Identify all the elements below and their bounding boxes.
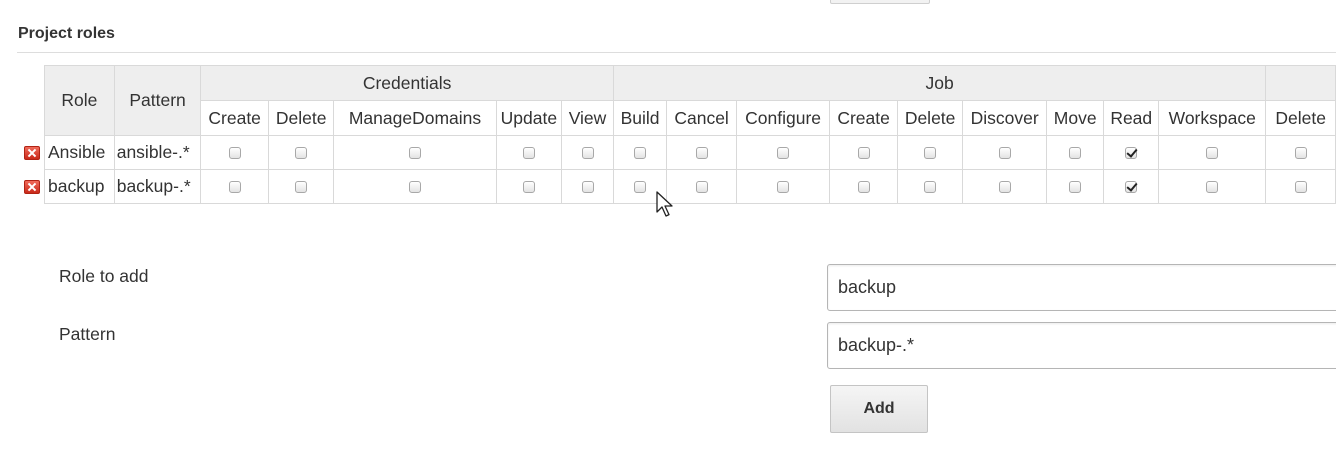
perm-header-job-move: Move xyxy=(1045,100,1105,136)
permission-checkbox-job-workspace[interactable] xyxy=(1206,181,1219,194)
mouse-pointer-icon xyxy=(656,191,673,217)
permission-cell xyxy=(1158,169,1267,204)
role-to-add-label: Role to add xyxy=(59,266,149,286)
permission-checkbox-credentials-delete[interactable] xyxy=(295,181,308,194)
permission-checkbox-credentials-managedomains[interactable] xyxy=(408,181,421,194)
permission-cell xyxy=(1045,169,1105,204)
permission-cell xyxy=(612,135,668,170)
permission-checkbox-job-delete[interactable] xyxy=(924,147,937,160)
role-name-cell: backup xyxy=(44,169,115,204)
perm-header-job-workspace: Workspace xyxy=(1158,100,1267,136)
permission-cell xyxy=(495,169,563,204)
permission-cell xyxy=(1045,135,1105,170)
permission-checkbox-next-delete[interactable] xyxy=(1294,147,1307,160)
top-button-edge[interactable] xyxy=(830,0,930,4)
perm-header-job-cancel: Cancel xyxy=(666,100,737,136)
permission-cell xyxy=(561,135,614,170)
permission-checkbox-credentials-managedomains[interactable] xyxy=(408,147,421,160)
permission-checkbox-job-create[interactable] xyxy=(857,181,870,194)
perm-header-credentials-delete: Delete xyxy=(267,100,335,136)
perm-header-credentials-update: Update xyxy=(495,100,563,136)
delete-icon[interactable] xyxy=(24,146,40,160)
add-button[interactable]: Add xyxy=(830,385,928,433)
permission-checkbox-job-move[interactable] xyxy=(1069,181,1082,194)
permission-cell xyxy=(200,169,269,204)
permission-checkbox-credentials-create[interactable] xyxy=(228,147,241,160)
delete-icon[interactable] xyxy=(24,180,40,194)
permission-cell xyxy=(735,135,831,170)
permission-cell xyxy=(1265,169,1336,204)
permission-checkbox-credentials-create[interactable] xyxy=(228,181,241,194)
permission-cell xyxy=(896,169,964,204)
permission-cell xyxy=(962,169,1047,204)
permission-checkbox-job-delete[interactable] xyxy=(924,181,937,194)
project-roles-table: Role Pattern Credentials Job Create Dele… xyxy=(44,65,1336,204)
permission-header-row: Create Delete ManageDomains Update View … xyxy=(45,100,1336,136)
permission-checkbox-job-configure[interactable] xyxy=(777,181,790,194)
permission-cell xyxy=(267,135,335,170)
permission-checkbox-job-build[interactable] xyxy=(634,181,647,194)
permission-checkbox-job-discover[interactable] xyxy=(998,147,1011,160)
permission-cell xyxy=(962,135,1047,170)
group-header-next xyxy=(1265,65,1336,101)
permission-cell xyxy=(829,169,898,204)
perm-header-credentials-view: View xyxy=(561,100,614,136)
group-header-credentials: Credentials xyxy=(200,65,614,101)
section-divider xyxy=(17,52,1336,53)
permission-checkbox-job-move[interactable] xyxy=(1069,147,1082,160)
permission-checkbox-job-discover[interactable] xyxy=(998,181,1011,194)
perm-header-job-configure: Configure xyxy=(735,100,831,136)
permission-cell xyxy=(267,169,335,204)
role-name-cell: Ansible xyxy=(44,135,115,170)
permission-checkbox-job-read[interactable] xyxy=(1125,181,1138,194)
permission-cell xyxy=(333,169,497,204)
role-header: Role xyxy=(44,65,115,136)
permission-cell xyxy=(735,169,831,204)
permission-cell xyxy=(1103,169,1160,204)
permission-checkbox-job-configure[interactable] xyxy=(777,147,790,160)
permission-cell xyxy=(1158,135,1267,170)
perm-header-job-delete: Delete xyxy=(896,100,964,136)
pattern-input[interactable] xyxy=(827,322,1336,369)
group-header-row: Role Pattern Credentials Job xyxy=(44,65,1336,136)
perm-header-job-discover: Discover xyxy=(962,100,1047,136)
perm-header-credentials-create: Create xyxy=(200,100,269,136)
table-row: backup backup-.* xyxy=(44,169,1336,204)
permission-checkbox-job-build[interactable] xyxy=(634,147,647,160)
permission-checkbox-job-cancel[interactable] xyxy=(695,181,708,194)
permission-cell xyxy=(666,169,737,204)
pattern-label: Pattern xyxy=(59,324,116,344)
section-title: Project roles xyxy=(18,25,115,42)
permission-checkbox-job-cancel[interactable] xyxy=(695,147,708,160)
permission-cell xyxy=(666,135,737,170)
permission-cell xyxy=(333,135,497,170)
permission-checkbox-credentials-view[interactable] xyxy=(581,147,594,160)
permission-checkbox-job-workspace[interactable] xyxy=(1206,147,1219,160)
role-pattern-cell: backup-.* xyxy=(113,169,202,204)
table-row: Ansible ansible-.* xyxy=(44,135,1336,170)
permission-cell xyxy=(1103,135,1160,170)
perm-header-job-create: Create xyxy=(829,100,898,136)
permission-cell xyxy=(200,135,269,170)
permission-cell xyxy=(495,135,563,170)
perm-header-job-read: Read xyxy=(1103,100,1160,136)
permission-checkbox-job-create[interactable] xyxy=(857,147,870,160)
permission-checkbox-credentials-update[interactable] xyxy=(522,181,535,194)
role-to-add-input[interactable] xyxy=(827,264,1336,311)
pattern-header: Pattern xyxy=(113,65,202,136)
permission-cell xyxy=(1265,135,1336,170)
perm-header-job-build: Build xyxy=(612,100,668,136)
permission-checkbox-job-read[interactable] xyxy=(1125,147,1138,160)
group-header-job: Job xyxy=(612,65,1267,101)
permission-checkbox-credentials-view[interactable] xyxy=(581,181,594,194)
permission-cell xyxy=(896,135,964,170)
role-pattern-cell: ansible-.* xyxy=(113,135,202,170)
permission-cell xyxy=(829,135,898,170)
perm-header-next-delete: Delete xyxy=(1265,100,1336,136)
perm-header-credentials-managedomains: ManageDomains xyxy=(333,100,497,136)
permission-checkbox-credentials-delete[interactable] xyxy=(295,147,308,160)
permission-checkbox-credentials-update[interactable] xyxy=(522,147,535,160)
permission-checkbox-next-delete[interactable] xyxy=(1294,181,1307,194)
permission-cell xyxy=(561,169,614,204)
